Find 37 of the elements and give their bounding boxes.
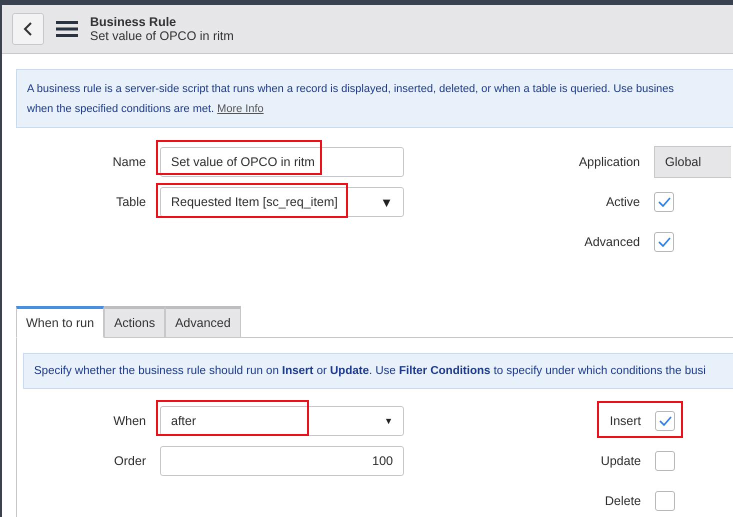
record-name-subtitle: Set value of OPCO in ritm — [90, 29, 234, 43]
field-label: Application — [578, 155, 641, 169]
check-icon — [658, 237, 670, 247]
field-label: Active — [604, 195, 641, 209]
tab[interactable]: Advanced — [165, 306, 241, 338]
field-label: Insert — [610, 414, 642, 428]
back-button[interactable] — [12, 13, 44, 45]
when-select[interactable]: after ▼ — [160, 406, 404, 436]
field-label: Name — [112, 155, 147, 169]
menu-icon[interactable] — [56, 20, 78, 38]
tab[interactable]: When to run — [16, 306, 104, 338]
application-field: Global — [654, 146, 731, 178]
checkbox[interactable] — [655, 411, 675, 431]
info-text: A business rule is a server-side script that runs when a record is displayed, inserted, deleted, or when a table is queried. Use busines — [27, 82, 675, 97]
more-info-link[interactable]: More Info — [217, 103, 264, 115]
info-text: when the specified conditions are met. — [27, 103, 214, 115]
check-icon — [658, 197, 670, 207]
field-label: When — [112, 414, 147, 428]
back-icon — [23, 22, 33, 36]
field-label: Delete — [604, 494, 642, 508]
checkbox[interactable] — [654, 232, 674, 252]
checkbox[interactable] — [655, 451, 675, 471]
info-text: Specify whether the business rule should run on Insert or Update. Use Filter Conditions to specify under which conditions the busi — [34, 364, 707, 379]
checkbox[interactable] — [655, 491, 675, 511]
field-label: Table — [115, 195, 147, 209]
checkbox[interactable] — [654, 192, 674, 212]
dropdown-caret-icon: ▼ — [384, 416, 393, 426]
field-label: Advanced — [583, 235, 641, 249]
tab[interactable]: Actions — [104, 306, 166, 338]
check-icon — [658, 416, 672, 426]
order-field[interactable]: 100 — [160, 446, 404, 476]
table-select[interactable]: Requested Item [sc_req_item] ▼ — [160, 187, 404, 217]
record-type-title: Business Rule — [90, 15, 178, 29]
field-label: Update — [600, 454, 642, 468]
dropdown-caret-icon: ▼ — [380, 194, 393, 210]
name-field[interactable]: Set value of OPCO in ritm — [160, 147, 404, 177]
field-label: Order — [113, 454, 147, 468]
